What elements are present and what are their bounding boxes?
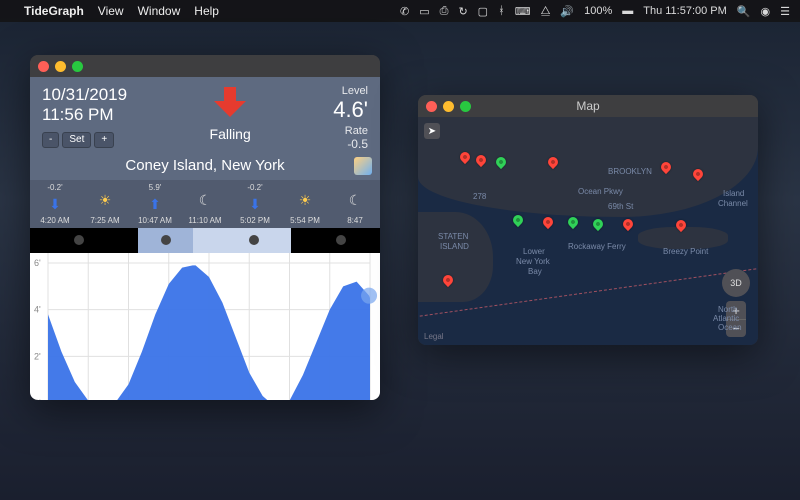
telegram-icon[interactable]: ✆ (400, 5, 409, 18)
map-label: Lower (523, 247, 545, 256)
menu-window[interactable]: Window (138, 4, 181, 18)
daylight-bar (30, 228, 380, 253)
date-minus-button[interactable]: - (42, 132, 59, 148)
tide-event[interactable]: ☀7:25 AM (80, 180, 130, 228)
volume-icon[interactable]: 🔊 (560, 5, 574, 18)
tide-status: Falling (127, 126, 333, 142)
map-pin[interactable] (621, 217, 635, 231)
map-label: BROOKLYN (608, 167, 652, 176)
svg-text:2': 2' (34, 351, 41, 361)
notification-center-icon[interactable]: ☰ (780, 5, 790, 18)
location-name: Coney Island, New York (125, 157, 284, 174)
airplay-icon[interactable]: ▢ (478, 5, 488, 18)
map-label: Bay (528, 267, 542, 276)
map-label: Ocean Pkwy (578, 187, 623, 196)
level-value: 4.6' (333, 97, 368, 123)
map-label: Island (723, 189, 744, 198)
printer-icon[interactable]: ⎙ (440, 5, 449, 18)
map-legal-link[interactable]: Legal (424, 332, 444, 341)
tide-event[interactable]: -0.2'⬇4:20 AM (30, 180, 80, 228)
map-label: STATEN (438, 232, 468, 241)
tidegraph-window: 10/31/2019 11:56 PM - Set + Falling Leve… (30, 55, 380, 400)
battery-percent[interactable]: 100% (584, 5, 612, 17)
svg-text:4': 4' (34, 305, 41, 315)
minimize-button[interactable] (443, 101, 454, 112)
keyboard-icon[interactable]: ⌨ (515, 5, 531, 18)
tide-chart[interactable]: 0'2'4'6' 12am3am6am9am12pm3pm6pm9pm12am (30, 228, 380, 400)
map-label: Breezy Point (663, 247, 708, 256)
compass-3d-button[interactable]: 3D (722, 269, 750, 297)
map-pin[interactable] (541, 215, 555, 229)
close-button[interactable] (426, 101, 437, 112)
svg-text:0': 0' (34, 398, 41, 400)
map-pin[interactable] (566, 215, 580, 229)
map-label: Atlantic (713, 314, 739, 323)
map-label: 278 (473, 192, 486, 201)
wifi-icon[interactable]: ⧋ (541, 5, 551, 18)
date-set-button[interactable]: Set (62, 132, 91, 148)
date-plus-button[interactable]: + (94, 132, 114, 148)
map-canvas[interactable]: ➤ 3D + − Legal BROOKLYNSTATENISLANDBreez… (418, 117, 758, 345)
bluetooth-icon[interactable]: ᚼ (498, 5, 505, 17)
zoom-button[interactable] (460, 101, 471, 112)
locate-button[interactable]: ➤ (424, 123, 440, 139)
map-label: 69th St (608, 202, 633, 211)
tide-event[interactable]: ☀5:54 PM (280, 180, 330, 228)
menu-view[interactable]: View (98, 4, 124, 18)
timemachine-icon[interactable]: ↻ (458, 5, 467, 18)
spotlight-icon[interactable]: 🔍 (737, 5, 751, 18)
map-label: New York (516, 257, 550, 266)
map-label: North (718, 305, 738, 314)
time: 11:56 PM (42, 105, 127, 125)
map-label: Rockaway Ferry (568, 242, 626, 251)
menu-help[interactable]: Help (194, 4, 219, 18)
minimize-button[interactable] (55, 61, 66, 72)
map-label: Ocean (718, 323, 742, 332)
tide-event[interactable]: ☾11:10 AM (180, 180, 230, 228)
map-label: Channel (718, 199, 748, 208)
level-label: Level (333, 85, 368, 97)
falling-arrow-icon (210, 85, 250, 119)
tide-event[interactable]: ☾8:47 (330, 180, 380, 228)
rate-value: -0.5 (333, 137, 368, 151)
map-label: ISLAND (440, 242, 469, 251)
tide-event[interactable]: 5.9'⬆10:47 AM (130, 180, 180, 228)
map-window: Map ➤ 3D + − Legal BROOKLYNSTATENISLANDB… (418, 95, 758, 345)
close-button[interactable] (38, 61, 49, 72)
zoom-button[interactable] (72, 61, 83, 72)
clock[interactable]: Thu 11:57:00 PM (643, 5, 727, 17)
siri-icon[interactable]: ◉ (761, 5, 771, 18)
tide-event[interactable]: -0.2'⬇5:02 PM (230, 180, 280, 228)
battery-icon[interactable]: ▬ (622, 5, 633, 17)
date: 10/31/2019 (42, 85, 127, 105)
display-icon[interactable]: ▭ (419, 5, 429, 18)
tide-events-strip[interactable]: -0.2'⬇4:20 AM☀7:25 AM5.9'⬆10:47 AM☾11:10… (30, 180, 380, 228)
svg-text:6': 6' (34, 258, 41, 268)
map-pin[interactable] (591, 217, 605, 231)
app-name[interactable]: TideGraph (24, 4, 84, 18)
location-map-icon[interactable] (354, 157, 372, 175)
map-pin[interactable] (511, 213, 525, 227)
rate-label: Rate (333, 125, 368, 137)
